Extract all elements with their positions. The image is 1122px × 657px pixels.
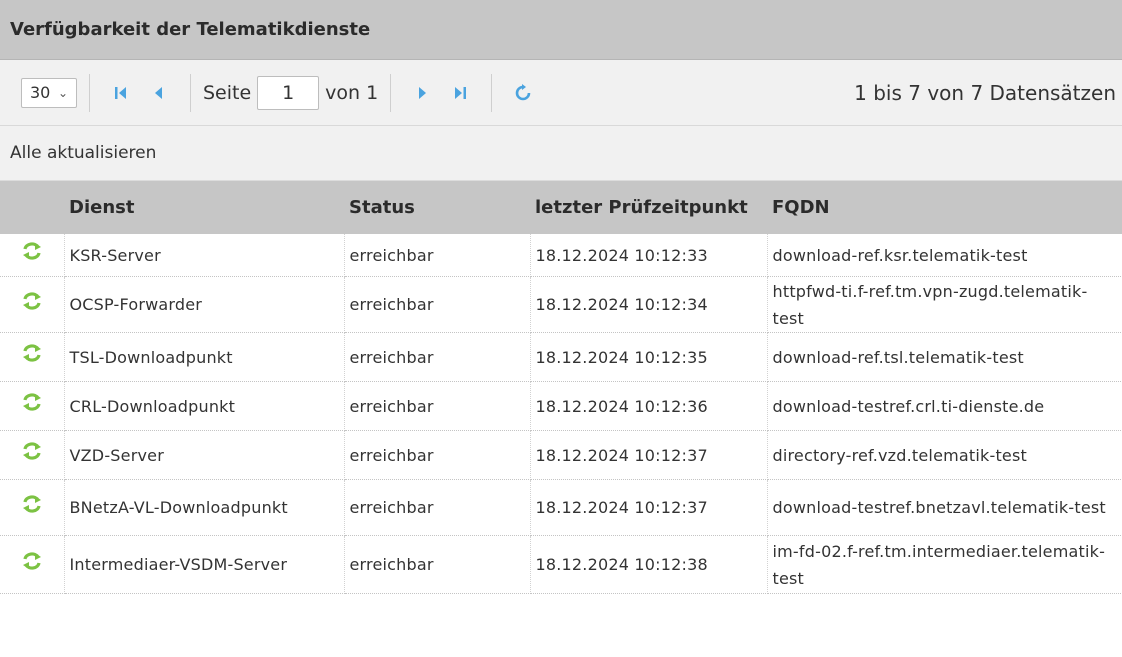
table-row: KSR-Server erreichbar 18.12.2024 10:12:3… bbox=[0, 234, 1122, 277]
panel-title: Verfügbarkeit der Telematikdienste bbox=[0, 0, 1122, 60]
page-of-label: von 1 bbox=[325, 81, 379, 104]
refresh-all-link[interactable]: Alle aktualisieren bbox=[10, 143, 156, 163]
previous-page-icon bbox=[155, 86, 162, 99]
cell-status: erreichbar bbox=[344, 535, 531, 594]
refresh-cell[interactable] bbox=[0, 234, 65, 277]
header-dienst[interactable]: Dienst bbox=[64, 181, 344, 234]
cell-dienst: KSR-Server bbox=[64, 234, 345, 277]
table-row: VZD-Server erreichbar 18.12.2024 10:12:3… bbox=[0, 430, 1122, 480]
page-size-select[interactable]: 30 ⌄ bbox=[21, 77, 77, 108]
pagination-toolbar: 30 ⌄ Seite 1 von 1 1 bis 7 von 7 Datensä… bbox=[0, 60, 1122, 126]
page-number-input[interactable]: 1 bbox=[257, 75, 320, 110]
cell-fqdn: download-testref.crl.ti-dienste.de bbox=[767, 381, 1122, 431]
first-page-icon bbox=[115, 86, 126, 99]
refresh-cell[interactable] bbox=[0, 381, 65, 431]
refresh-icon bbox=[22, 442, 41, 460]
cell-fqdn: httpfwd-ti.f-ref.tm.vpn-zugd.telematik-t… bbox=[767, 276, 1122, 333]
cell-dienst: BNetzA-VL-Downloadpunkt bbox=[64, 479, 345, 536]
refresh-icon bbox=[22, 393, 41, 411]
header-pruefzeitpunkt[interactable]: letzter Prüfzeitpunkt bbox=[530, 181, 767, 234]
cell-status: erreichbar bbox=[344, 430, 531, 480]
header-fqdn[interactable]: FQDN bbox=[767, 181, 1122, 234]
table-row: TSL-Downloadpunkt erreichbar 18.12.2024 … bbox=[0, 332, 1122, 382]
cell-zeit: 18.12.2024 10:12:38 bbox=[530, 535, 768, 594]
page-label: Seite bbox=[203, 81, 252, 104]
page-size-value: 30 bbox=[30, 83, 51, 102]
last-page-icon bbox=[455, 86, 467, 99]
telematik-panel: Verfügbarkeit der Telematikdienste 30 ⌄ … bbox=[0, 0, 1122, 657]
cell-zeit: 18.12.2024 10:12:34 bbox=[530, 276, 768, 333]
toolbar-separator bbox=[390, 73, 392, 112]
record-count: 1 bis 7 von 7 Datensätzen bbox=[854, 81, 1116, 105]
cell-dienst: OCSP-Forwarder bbox=[64, 276, 345, 333]
cell-fqdn: download-testref.bnetzavl.telematik-test bbox=[767, 479, 1122, 536]
header-icon bbox=[0, 181, 64, 234]
cell-zeit: 18.12.2024 10:12:37 bbox=[530, 430, 768, 480]
refresh-icon bbox=[22, 291, 41, 310]
services-table: Dienst Status letzter Prüfzeitpunkt FQDN… bbox=[0, 181, 1122, 594]
first-page-button[interactable] bbox=[106, 78, 136, 108]
next-page-icon bbox=[419, 86, 427, 99]
refresh-icon bbox=[22, 551, 41, 570]
table-row: OCSP-Forwarder erreichbar 18.12.2024 10:… bbox=[0, 276, 1122, 333]
action-row: Alle aktualisieren bbox=[0, 126, 1122, 181]
cell-status: erreichbar bbox=[344, 381, 531, 431]
cell-dienst: Intermediaer-VSDM-Server bbox=[64, 535, 345, 594]
header-status[interactable]: Status bbox=[344, 181, 530, 234]
cell-zeit: 18.12.2024 10:12:33 bbox=[530, 234, 768, 277]
cell-fqdn: im-fd-02.f-ref.tm.intermediaer.telematik… bbox=[767, 535, 1122, 594]
reload-icon bbox=[515, 83, 531, 100]
cell-zeit: 18.12.2024 10:12:36 bbox=[530, 381, 768, 431]
last-page-button[interactable] bbox=[445, 78, 475, 108]
chevron-down-icon: ⌄ bbox=[57, 85, 68, 100]
refresh-cell[interactable] bbox=[0, 332, 65, 382]
cell-status: erreichbar bbox=[344, 276, 531, 333]
table-row: CRL-Downloadpunkt erreichbar 18.12.2024 … bbox=[0, 381, 1122, 431]
cell-fqdn: download-ref.tsl.telematik-test bbox=[767, 332, 1122, 382]
refresh-cell[interactable] bbox=[0, 276, 65, 333]
cell-status: erreichbar bbox=[344, 479, 531, 536]
next-page-button[interactable] bbox=[407, 78, 437, 108]
cell-dienst: CRL-Downloadpunkt bbox=[64, 381, 345, 431]
cell-zeit: 18.12.2024 10:12:35 bbox=[530, 332, 768, 382]
refresh-cell[interactable] bbox=[0, 535, 65, 594]
refresh-cell[interactable] bbox=[0, 430, 65, 480]
reload-button[interactable] bbox=[508, 78, 538, 108]
cell-dienst: VZD-Server bbox=[64, 430, 345, 480]
refresh-icon bbox=[22, 494, 41, 513]
cell-status: erreichbar bbox=[344, 234, 531, 277]
table-row: Intermediaer-VSDM-Server erreichbar 18.1… bbox=[0, 535, 1122, 594]
toolbar-separator bbox=[89, 73, 90, 112]
refresh-icon bbox=[22, 242, 41, 260]
cell-fqdn: download-ref.ksr.telematik-test bbox=[767, 234, 1122, 277]
toolbar-separator bbox=[491, 73, 493, 112]
cell-fqdn: directory-ref.vzd.telematik-test bbox=[767, 430, 1122, 480]
table-row: BNetzA-VL-Downloadpunkt erreichbar 18.12… bbox=[0, 479, 1122, 536]
table-header-row: Dienst Status letzter Prüfzeitpunkt FQDN bbox=[0, 181, 1122, 234]
cell-status: erreichbar bbox=[344, 332, 531, 382]
refresh-cell[interactable] bbox=[0, 479, 65, 536]
refresh-icon bbox=[22, 344, 41, 362]
cell-dienst: TSL-Downloadpunkt bbox=[64, 332, 345, 382]
toolbar-separator bbox=[190, 73, 191, 112]
previous-page-button[interactable] bbox=[144, 78, 174, 108]
cell-zeit: 18.12.2024 10:12:37 bbox=[530, 479, 768, 536]
